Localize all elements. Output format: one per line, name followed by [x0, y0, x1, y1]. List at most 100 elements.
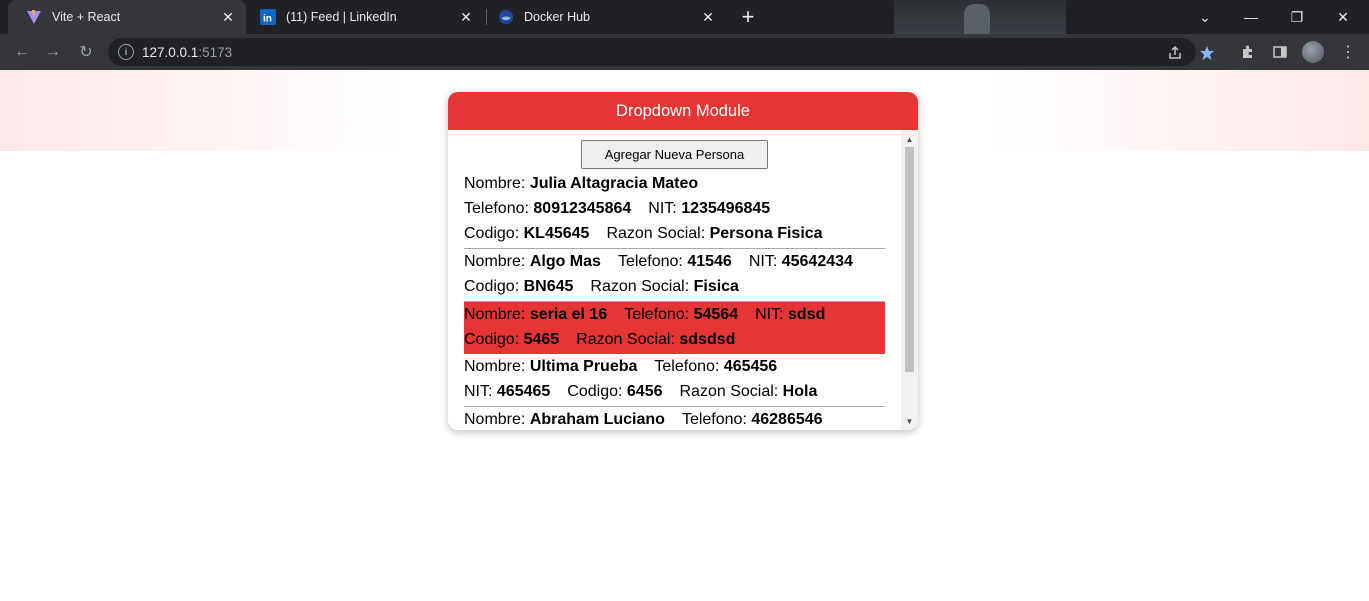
person-line: Nombre: Abraham Luciano Telefono: 4628654… — [464, 407, 885, 430]
field-label: Codigo: — [464, 225, 520, 242]
field-value: seria el 16 — [529, 306, 608, 323]
person-field-telefono: Telefono: 80912345864 — [464, 200, 631, 217]
reload-icon[interactable]: ↻ — [74, 40, 98, 64]
field-label: Telefono: — [681, 411, 747, 428]
field-label: Razon Social: — [606, 225, 706, 242]
tab-title: Vite + React — [52, 10, 121, 24]
field-label: NIT: — [464, 383, 493, 400]
field-value: Persona Fisica — [709, 225, 823, 242]
field-value: BN645 — [523, 278, 574, 295]
scroll-up-arrow-icon[interactable]: ▲ — [901, 132, 918, 146]
people-list-scroll-area[interactable]: Agregar Nueva Persona Nombre: Julia Alta… — [448, 130, 918, 430]
field-value: 46286546 — [751, 411, 823, 428]
field-label: Razon Social: — [576, 331, 675, 348]
tab-search-icon[interactable]: ⌄ — [1182, 0, 1228, 34]
side-panel-icon[interactable] — [1270, 42, 1290, 62]
person-line: Telefono: 80912345864 NIT: 1235496845 — [464, 196, 885, 221]
scrollbar-thumb[interactable] — [905, 147, 914, 372]
scrollbar[interactable]: ▲ ▼ — [901, 130, 918, 430]
window-close-icon[interactable]: ✕ — [1320, 0, 1366, 34]
svg-text:in: in — [263, 14, 272, 25]
field-value: 54564 — [693, 306, 739, 323]
module-header[interactable]: Dropdown Module — [448, 92, 918, 130]
person-line: NIT: 465465 Codigo: 6456 Razon Social: Hol… — [464, 379, 885, 404]
field-value: sdsdsd — [679, 331, 736, 348]
extensions-icon[interactable] — [1238, 42, 1258, 62]
person-field-telefono: Telefono: 46286546 — [682, 411, 823, 428]
person-item[interactable]: Nombre: Abraham Luciano Telefono: 4628654… — [464, 407, 885, 430]
field-label: Nombre: — [464, 306, 526, 323]
restore-icon[interactable]: ❐ — [1274, 0, 1320, 34]
person-line: Codigo: KL45645 Razon Social: Persona Fis… — [464, 221, 885, 246]
person-field-nit: NIT: sdsd — [755, 306, 825, 323]
field-value: KL45645 — [523, 225, 590, 242]
browser-tab-strip: Vite + React ✕ in (11) Feed | LinkedIn ✕… — [0, 0, 1369, 70]
field-value: 465456 — [723, 358, 778, 375]
person-field-nit: NIT: 1235496845 — [648, 200, 770, 217]
field-value: Ultima Prueba — [529, 358, 638, 375]
browser-toolbar: ← → ↻ i 127.0.0.1:5173 ⋮ — [0, 34, 1369, 70]
new-tab-icon[interactable]: + — [736, 4, 760, 29]
page-viewport: Dropdown Module Agregar Nueva Persona No… — [0, 70, 1369, 601]
field-label: NIT: — [648, 200, 677, 217]
person-line: Nombre: Julia Altagracia Mateo — [464, 171, 885, 196]
menu-kebab-icon[interactable]: ⋮ — [1338, 42, 1358, 62]
close-tab-icon[interactable]: ✕ — [218, 7, 238, 27]
tab-vite-react[interactable]: Vite + React ✕ — [8, 0, 246, 34]
field-value: Algo Mas — [529, 253, 601, 270]
person-line: Nombre: Ultima Prueba Telefono: 465456 — [464, 354, 885, 379]
person-field-codigo: Codigo: KL45645 — [464, 225, 589, 242]
add-person-button[interactable]: Agregar Nueva Persona — [581, 140, 768, 169]
docker-icon — [498, 9, 514, 25]
person-field-codigo: Codigo: BN645 — [464, 278, 573, 295]
field-label: Codigo: — [464, 331, 520, 348]
field-label: Nombre: — [464, 358, 526, 375]
tab-title: Docker Hub — [524, 10, 590, 24]
field-value: 5465 — [523, 331, 560, 348]
person-item[interactable]: Nombre: Ultima Prueba Telefono: 465456 NIT… — [464, 354, 885, 407]
tab-docker-hub[interactable]: Docker Hub ✕ — [488, 0, 726, 34]
back-icon[interactable]: ← — [10, 40, 34, 64]
field-value: 41546 — [687, 253, 732, 270]
field-value: sdsd — [788, 306, 826, 323]
person-field-codigo: Codigo: 5465 — [464, 331, 559, 348]
minimize-icon[interactable]: — — [1228, 0, 1274, 34]
field-label: Nombre: — [464, 253, 526, 270]
person-field-razon: Razon Social: Hola — [680, 383, 818, 400]
forward-icon[interactable]: → — [41, 40, 65, 64]
profile-avatar[interactable] — [1302, 41, 1324, 63]
close-tab-icon[interactable]: ✕ — [456, 7, 476, 27]
tab-divider — [486, 9, 487, 25]
field-value: 45642434 — [781, 253, 853, 270]
field-label: Telefono: — [624, 306, 690, 323]
person-item[interactable]: Nombre: Algo Mas Telefono: 41546 NIT: 4564… — [464, 249, 885, 302]
site-info-icon[interactable]: i — [118, 44, 134, 60]
share-icon[interactable] — [1166, 44, 1184, 62]
person-item-selected[interactable]: Nombre: seria el 16 Telefono: 54564 NIT: s… — [464, 302, 885, 354]
field-value: Julia Altagracia Mateo — [529, 175, 699, 192]
person-field-razon: Razon Social: sdsdsd — [576, 331, 735, 348]
address-bar[interactable]: i 127.0.0.1:5173 — [108, 38, 1214, 66]
person-line: Nombre: seria el 16 Telefono: 54564 NIT: s… — [464, 302, 885, 327]
people-list: Agregar Nueva Persona Nombre: Julia Alta… — [464, 130, 885, 430]
field-value: Hola — [782, 383, 818, 400]
person-field-nombre: Nombre: Julia Altagracia Mateo — [464, 175, 698, 192]
bookmark-star-icon[interactable] — [1198, 44, 1216, 62]
person-field-nit: NIT: 465465 — [464, 383, 550, 400]
person-field-nombre: Nombre: Algo Mas — [464, 253, 601, 270]
person-field-codigo: Codigo: 6456 — [567, 383, 662, 400]
field-label: NIT: — [755, 306, 784, 323]
person-field-nit: NIT: 45642434 — [749, 253, 853, 270]
person-line: Codigo: 5465 Razon Social: sdsdsd — [464, 327, 885, 352]
field-label: Nombre: — [464, 175, 526, 192]
field-label: Codigo: — [567, 383, 623, 400]
scroll-down-arrow-icon[interactable]: ▼ — [901, 414, 918, 428]
tab-linkedin[interactable]: in (11) Feed | LinkedIn ✕ — [246, 0, 484, 34]
field-value: 465465 — [496, 383, 551, 400]
url-text: 127.0.0.1:5173 — [142, 45, 233, 60]
person-item[interactable]: Nombre: Julia Altagracia Mateo Telefono: … — [464, 171, 885, 249]
field-label: Razon Social: — [590, 278, 690, 295]
field-label: Codigo: — [464, 278, 520, 295]
close-tab-icon[interactable]: ✕ — [698, 7, 718, 27]
person-field-telefono: Telefono: 54564 — [624, 306, 738, 323]
